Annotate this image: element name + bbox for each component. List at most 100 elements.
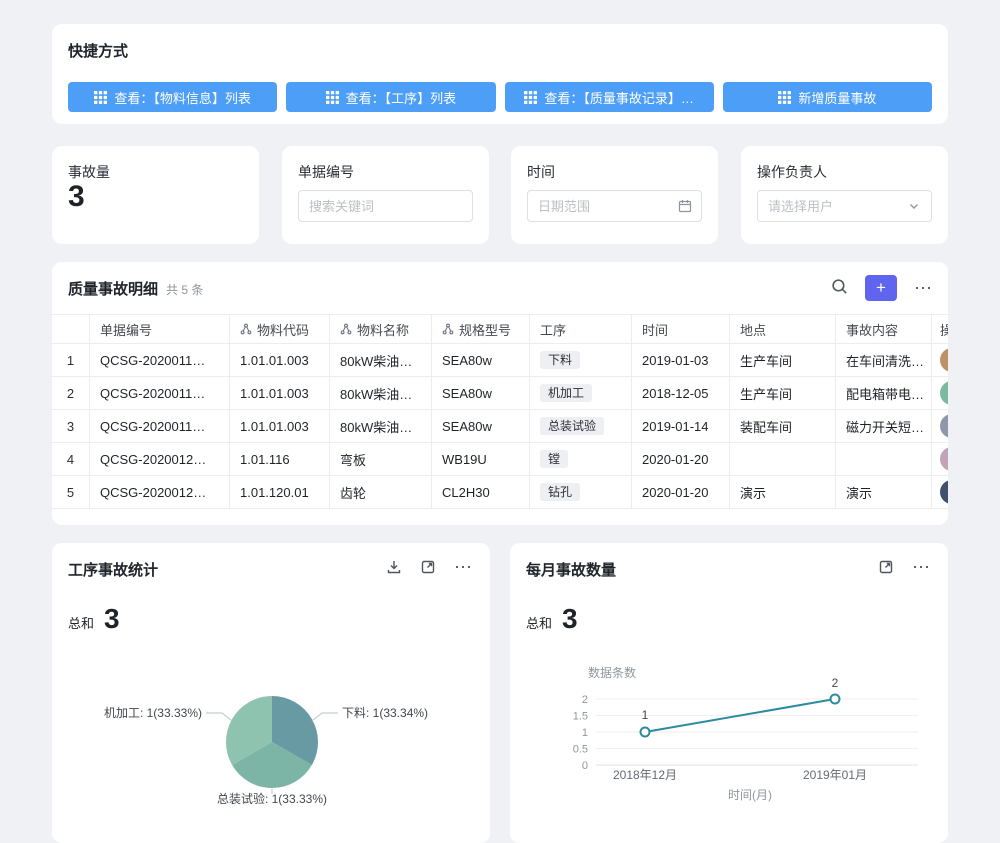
cell-location: 演示 <box>730 476 836 508</box>
process-tag: 下料 <box>540 351 580 369</box>
process-tag: 钻孔 <box>540 483 580 501</box>
grid-icon <box>524 91 537 104</box>
shortcut-view-process-list-button[interactable]: 查看：【工序】列表 <box>286 82 495 112</box>
col-material-name[interactable]: 物料名称 <box>330 315 432 343</box>
table-actions: + ⋯ <box>831 275 932 301</box>
total-value: 3 <box>104 603 120 635</box>
relation-icon <box>442 323 454 335</box>
doc-no-search-input[interactable] <box>298 190 473 222</box>
row-index: 1 <box>52 344 90 376</box>
date-range-input[interactable] <box>527 190 702 222</box>
col-spec[interactable]: 规格型号 <box>432 315 530 343</box>
cell-process: 机加工 <box>530 377 632 409</box>
cell-material-code: 1.01.01.003 <box>230 344 330 376</box>
shortcuts-card: 快捷方式 查看：【物料信息】列表 查看：【工序】列表 查看：【质量事故记录】… … <box>52 24 948 124</box>
table-row[interactable]: 3 QCSG-2020011… 1.01.01.003 80kW柴油… SEA8… <box>52 410 948 443</box>
total-label: 总和 <box>526 613 552 632</box>
data-point[interactable] <box>831 695 840 704</box>
pie-label-right: 下料: 1(33.34%) <box>342 706 428 720</box>
table-header-bar: 质量事故明细 共 5 条 <box>68 278 203 299</box>
pie-card-title: 工序事故统计 <box>68 559 158 580</box>
grid-icon <box>326 91 339 104</box>
cell-content <box>836 443 932 475</box>
col-doc-no[interactable]: 单据编号 <box>90 315 230 343</box>
add-record-button[interactable]: + <box>865 275 897 301</box>
operator-filter-card: 操作负责人 <box>741 146 948 244</box>
cell-material-code: 1.01.01.003 <box>230 410 330 442</box>
col-location[interactable]: 地点 <box>730 315 836 343</box>
total-value: 3 <box>562 603 578 635</box>
relation-icon <box>240 323 252 335</box>
cell-content: 配电箱带电… <box>836 377 932 409</box>
x-tick: 2019年01月 <box>803 768 867 782</box>
cell-content: 磁力开关短… <box>836 410 932 442</box>
point-label: 1 <box>642 708 649 722</box>
operator-label: 操作负责人 <box>757 162 827 182</box>
grid-icon <box>778 91 791 104</box>
shortcut-button-row: 查看：【物料信息】列表 查看：【工序】列表 查看：【质量事故记录】… 新增质量事… <box>68 82 932 112</box>
y-tick: 1 <box>582 727 588 739</box>
cell-location: 生产车间 <box>730 377 836 409</box>
cell-time: 2019-01-14 <box>632 410 730 442</box>
col-operator[interactable]: 操作负责人 <box>932 315 948 343</box>
more-icon[interactable]: ⋯ <box>912 558 930 576</box>
table-row[interactable]: 2 QCSG-2020011… 1.01.01.003 80kW柴油… SEA8… <box>52 377 948 410</box>
shortcuts-title: 快捷方式 <box>68 40 128 61</box>
shortcut-view-material-list-button[interactable]: 查看：【物料信息】列表 <box>68 82 277 112</box>
more-icon[interactable]: ⋯ <box>454 558 472 576</box>
pie-label-bottom: 总装试验: 1(33.33%) <box>217 791 327 806</box>
avatar <box>940 348 948 372</box>
table-row[interactable]: 5 QCSG-2020012… 1.01.120.01 齿轮 CL2H30 钻孔… <box>52 476 948 509</box>
cell-content: 在车间清洗… <box>836 344 932 376</box>
line-total: 总和 3 <box>526 603 578 635</box>
cell-operator <box>932 377 948 409</box>
pie-total: 总和 3 <box>68 603 120 635</box>
cell-process: 下料 <box>530 344 632 376</box>
cell-location: 装配车间 <box>730 410 836 442</box>
cell-location: 生产车间 <box>730 344 836 376</box>
cell-doc-no: QCSG-2020011… <box>90 344 230 376</box>
accident-count-card: 事故量 3 <box>52 146 259 244</box>
table-title: 质量事故明细 <box>68 278 158 299</box>
open-in-new-icon[interactable] <box>878 559 894 575</box>
cell-spec: WB19U <box>432 443 530 475</box>
col-label: 物料代码 <box>257 320 309 339</box>
shortcut-label: 新增质量事故 <box>798 88 876 107</box>
total-label: 总和 <box>68 613 94 632</box>
relation-icon <box>340 323 352 335</box>
shortcut-new-accident-button[interactable]: 新增质量事故 <box>723 82 932 112</box>
download-icon[interactable] <box>386 559 402 575</box>
pie-card-actions: ⋯ <box>386 558 472 576</box>
row-index: 3 <box>52 410 90 442</box>
pie-chart: 机加工: 1(33.33%) 下料: 1(33.34%) 总装试验: 1(33.… <box>52 691 490 843</box>
cell-time: 2019-01-03 <box>632 344 730 376</box>
y-tick: 1.5 <box>573 711 588 723</box>
row-index: 4 <box>52 443 90 475</box>
user-select[interactable] <box>757 190 932 222</box>
cell-doc-no: QCSG-2020011… <box>90 377 230 409</box>
leader-line <box>206 713 232 721</box>
col-content[interactable]: 事故内容 <box>836 315 932 343</box>
col-material-code[interactable]: 物料代码 <box>230 315 330 343</box>
row-index: 5 <box>52 476 90 508</box>
shortcut-view-accident-records-button[interactable]: 查看：【质量事故记录】… <box>505 82 714 112</box>
cell-operator <box>932 443 948 475</box>
data-point[interactable] <box>641 728 650 737</box>
col-process[interactable]: 工序 <box>530 315 632 343</box>
accident-table: 单据编号 物料代码 物料名称 规格型号 工序 时间 地点 事故内容 操作负责人 … <box>52 314 948 509</box>
col-time[interactable]: 时间 <box>632 315 730 343</box>
table-row[interactable]: 1 QCSG-2020011… 1.01.01.003 80kW柴油… SEA8… <box>52 344 948 377</box>
cell-material-name: 弯板 <box>330 443 432 475</box>
cell-time: 2020-01-20 <box>632 476 730 508</box>
cell-doc-no: QCSG-2020012… <box>90 476 230 508</box>
avatar <box>940 381 948 405</box>
open-in-new-icon[interactable] <box>420 559 436 575</box>
avatar <box>940 447 948 471</box>
table-row[interactable]: 4 QCSG-2020012… 1.01.116 弯板 WB19U 镗 2020… <box>52 443 948 476</box>
y-tick: 0 <box>582 760 588 772</box>
cell-material-name: 80kW柴油… <box>330 377 432 409</box>
avatar <box>940 480 948 504</box>
search-button[interactable] <box>831 278 848 298</box>
cell-location <box>730 443 836 475</box>
more-icon[interactable]: ⋯ <box>914 279 932 297</box>
